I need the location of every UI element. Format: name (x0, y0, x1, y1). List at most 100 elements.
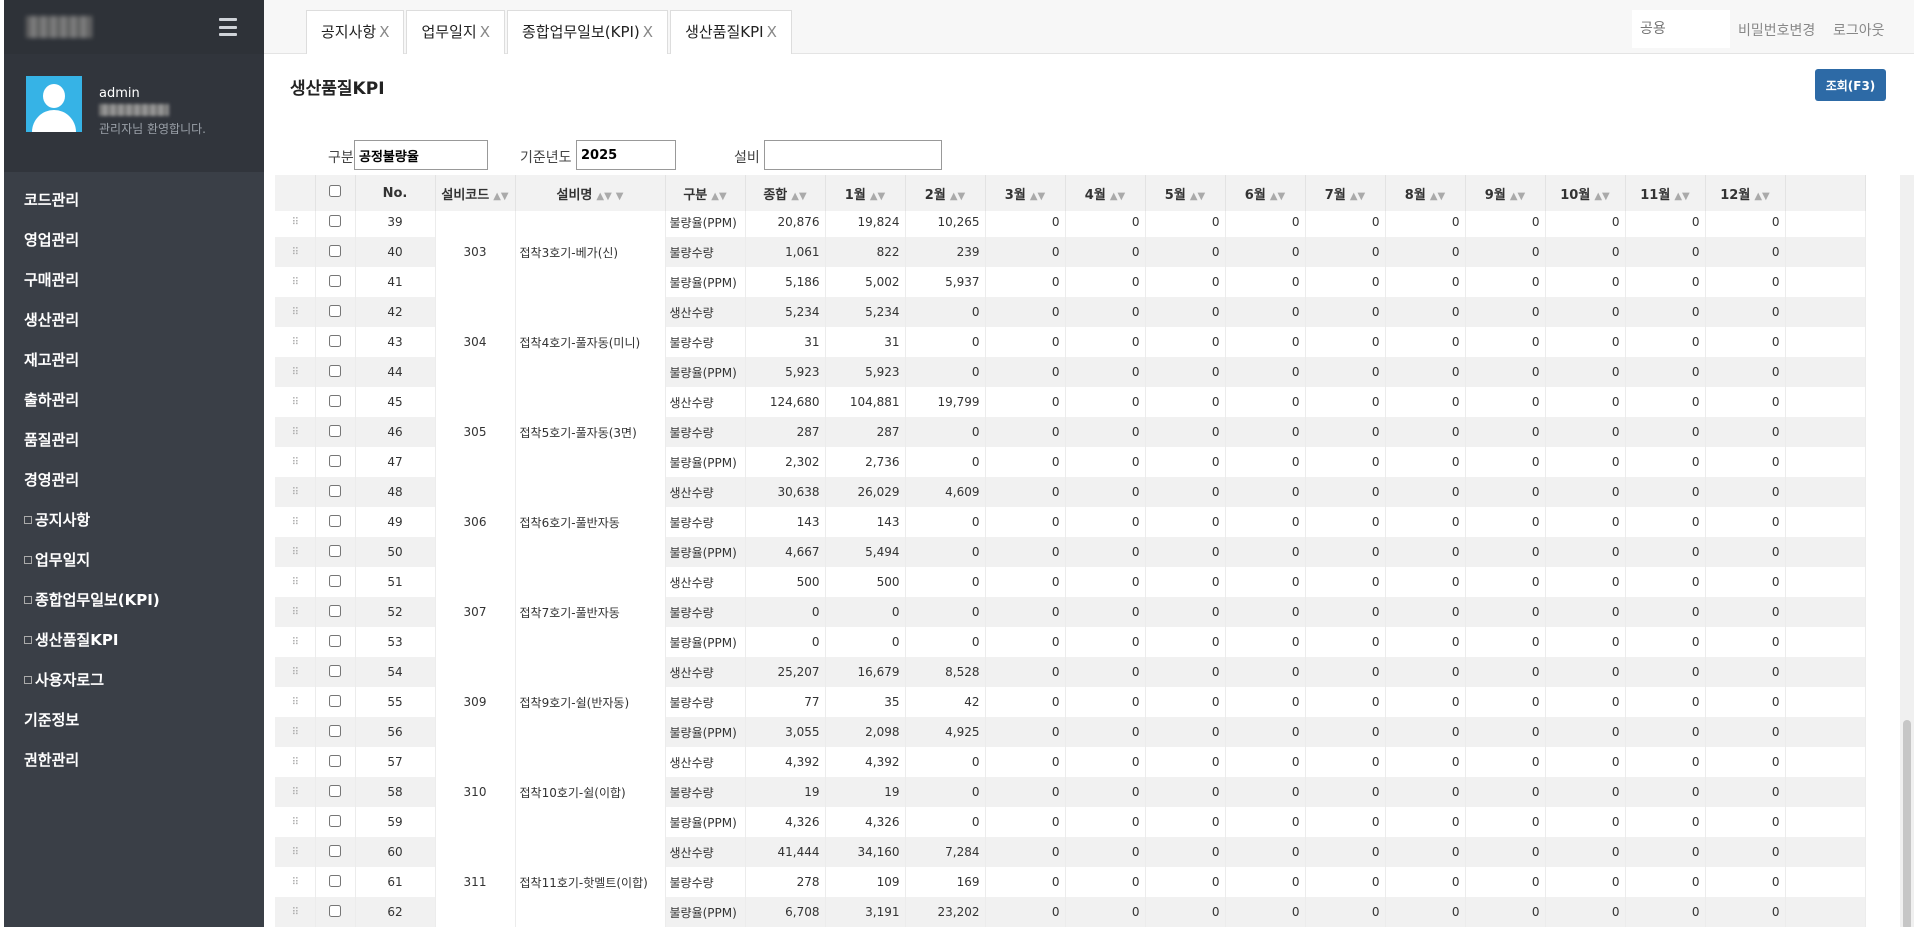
sidebar-item[interactable]: 영업관리 (4, 220, 264, 260)
row-checkbox[interactable] (329, 844, 341, 857)
logout-link[interactable]: 로그아웃 (1833, 20, 1885, 40)
close-tab-icon[interactable]: X (379, 23, 389, 41)
drag-handle-icon[interactable]: ⠿ (275, 717, 316, 747)
column-header[interactable]: 5월 ▲▼ (1145, 175, 1226, 211)
drag-handle-icon[interactable]: ⠿ (275, 207, 316, 237)
sidebar-item[interactable]: 업무일지 (4, 540, 264, 580)
drag-handle-icon[interactable]: ⠿ (275, 567, 316, 597)
column-header[interactable]: 2월 ▲▼ (905, 175, 986, 211)
equipment-input[interactable] (764, 140, 942, 170)
drag-handle-icon[interactable]: ⠿ (275, 777, 316, 807)
drag-handle-icon[interactable]: ⠿ (275, 537, 316, 567)
category-input[interactable] (354, 140, 488, 170)
sort-icon[interactable]: ▲▼ (1270, 191, 1285, 202)
drag-handle-icon[interactable]: ⠿ (275, 357, 316, 387)
row-checkbox[interactable] (329, 454, 341, 467)
year-input[interactable] (576, 140, 676, 170)
column-header[interactable]: 10월 ▲▼ (1545, 175, 1626, 211)
row-checkbox[interactable] (329, 484, 341, 497)
close-tab-icon[interactable]: X (480, 23, 490, 41)
drag-handle-icon[interactable]: ⠿ (275, 297, 316, 327)
sort-icon[interactable]: ▲▼ (950, 191, 965, 202)
table-row[interactable]: ⠿ 39 303 접착3호기-베가(신) 불량율(PPM) 20,876 19,824 10,… (275, 207, 1866, 297)
sort-icon[interactable]: ▲▼ (1754, 191, 1769, 202)
row-checkbox[interactable] (329, 874, 341, 887)
sidebar-item[interactable]: 품질관리 (4, 420, 264, 460)
table-row[interactable]: ⠿ 42 304 접착4호기-풀자동(미니) 생산수량 5,234 5,234 0 0 0 0 0 0 0… (275, 297, 1866, 387)
drag-handle-icon[interactable]: ⠿ (275, 327, 316, 357)
column-header[interactable]: 종합 ▲▼ (745, 175, 826, 211)
drag-handle-icon[interactable]: ⠿ (275, 807, 316, 837)
sort-icon[interactable]: ▲▼ (791, 191, 806, 202)
row-checkbox[interactable] (329, 274, 341, 287)
column-header[interactable]: 설비명 ▲▼ ▼ (515, 175, 666, 211)
tab[interactable]: 생산품질KPI X (670, 10, 792, 54)
sidebar-item[interactable]: 재고관리 (4, 340, 264, 380)
column-header[interactable]: 6월 ▲▼ (1225, 175, 1306, 211)
shared-input[interactable] (1632, 10, 1730, 48)
drag-handle-icon[interactable]: ⠿ (275, 837, 316, 867)
row-checkbox[interactable] (329, 334, 341, 347)
sort-icon[interactable]: ▲▼ (1030, 191, 1045, 202)
drag-handle-icon[interactable]: ⠿ (275, 417, 316, 447)
sidebar-item[interactable]: 기준정보 (4, 700, 264, 740)
sidebar-item[interactable]: 코드관리 (4, 180, 264, 220)
column-header[interactable]: 11월 ▲▼ (1625, 175, 1706, 211)
column-header[interactable]: 9월 ▲▼ (1465, 175, 1546, 211)
sidebar-item[interactable]: 생산관리 (4, 300, 264, 340)
column-header[interactable]: 8월 ▲▼ (1385, 175, 1466, 211)
change-password-link[interactable]: 비밀번호변경 (1738, 20, 1815, 40)
column-header[interactable]: 7월 ▲▼ (1305, 175, 1386, 211)
sort-icon[interactable]: ▲▼ (1430, 191, 1445, 202)
sidebar-item[interactable]: 경영관리 (4, 460, 264, 500)
select-all-checkbox[interactable] (329, 185, 341, 197)
drag-handle-icon[interactable]: ⠿ (275, 447, 316, 477)
sort-icon[interactable]: ▲▼ (1350, 191, 1365, 202)
table-row[interactable]: ⠿ 45 305 접착5호기-풀자동(3면) 생산수량 124,680 104,881 19,… (275, 387, 1866, 477)
row-checkbox[interactable] (329, 694, 341, 707)
sort-icon[interactable]: ▲▼ (493, 191, 508, 202)
sort-icon[interactable]: ▲▼ (1510, 191, 1525, 202)
drag-handle-icon[interactable]: ⠿ (275, 597, 316, 627)
column-header[interactable]: 1월 ▲▼ (825, 175, 906, 211)
row-checkbox[interactable] (329, 244, 341, 257)
drag-handle-icon[interactable]: ⠿ (275, 747, 316, 777)
drag-handle-icon[interactable]: ⠿ (275, 687, 316, 717)
row-checkbox[interactable] (329, 424, 341, 437)
row-checkbox[interactable] (329, 784, 341, 797)
column-header[interactable]: No. (355, 175, 436, 211)
sort-icon[interactable]: ▲▼ (1594, 191, 1609, 202)
close-tab-icon[interactable]: X (643, 23, 653, 41)
column-header[interactable]: 설비코드 ▲▼ (435, 175, 516, 211)
row-checkbox[interactable] (329, 664, 341, 677)
sort-icon[interactable]: ▲▼ (870, 191, 885, 202)
tab[interactable]: 공지사항 X (306, 10, 405, 54)
sidebar-item[interactable]: 구매관리 (4, 260, 264, 300)
row-checkbox[interactable] (329, 514, 341, 527)
drag-handle-icon[interactable]: ⠿ (275, 627, 316, 657)
scrollbar-thumb[interactable] (1903, 720, 1911, 927)
row-checkbox[interactable] (329, 754, 341, 767)
tab[interactable]: 업무일지 X (406, 10, 505, 54)
drag-handle-icon[interactable]: ⠿ (275, 267, 316, 297)
drag-handle-icon[interactable]: ⠿ (275, 897, 316, 927)
sidebar-item[interactable]: 권한관리 (4, 740, 264, 780)
vertical-scrollbar[interactable] (1900, 175, 1914, 927)
drag-handle-icon[interactable]: ⠿ (275, 387, 316, 417)
row-checkbox[interactable] (329, 214, 341, 227)
sidebar-item[interactable]: 출하관리 (4, 380, 264, 420)
row-checkbox[interactable] (329, 364, 341, 377)
column-header[interactable]: 구분 ▲▼ (665, 175, 746, 211)
drag-handle-icon[interactable]: ⠿ (275, 657, 316, 687)
table-row[interactable]: ⠿ 54 309 접착9호기-쉴(반자동) 생산수량 25,207 16,679 8,528 0… (275, 657, 1866, 747)
sidebar-item[interactable]: 종합업무일보(KPI) (4, 580, 264, 620)
close-tab-icon[interactable]: X (767, 23, 777, 41)
table-row[interactable]: ⠿ 60 311 접착11호기-핫멜트(이합) 생산수량 41,444 34,160 7,28… (275, 837, 1866, 927)
row-checkbox[interactable] (329, 724, 341, 737)
row-checkbox[interactable] (329, 904, 341, 917)
sort-icon[interactable]: ▲▼ (596, 191, 611, 202)
table-row[interactable]: ⠿ 51 307 접착7호기-풀반자동 생산수량 500 500 0 0 0 0 0 0 0 0 0 0 0 (275, 567, 1866, 657)
sidebar-item[interactable]: 공지사항 (4, 500, 264, 540)
search-button[interactable]: 조회(F3) (1815, 69, 1886, 101)
column-header[interactable]: 4월 ▲▼ (1065, 175, 1146, 211)
